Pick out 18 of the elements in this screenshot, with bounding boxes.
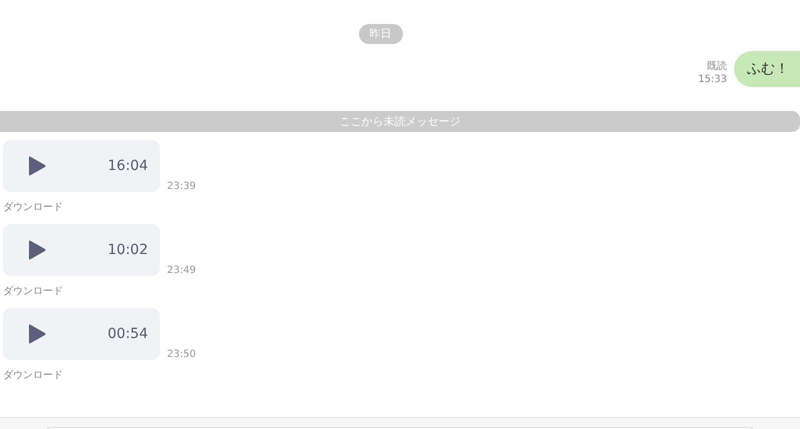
voice-duration: 00:54 [108, 326, 148, 342]
message-time: 23:50 [167, 349, 196, 361]
read-receipt: 既読 [707, 60, 727, 73]
play-icon[interactable] [28, 324, 46, 344]
voice-message[interactable]: 16:04 [3, 140, 160, 192]
voice-duration: 16:04 [108, 158, 148, 174]
message-bubble: ふむ！ [734, 51, 800, 87]
download-link[interactable]: ダウンロード [3, 286, 63, 298]
message-time: 23:39 [167, 181, 196, 193]
voice-message[interactable]: 10:02 [3, 224, 160, 276]
message-time: 15:33 [698, 73, 727, 86]
play-icon[interactable] [28, 240, 46, 260]
download-link[interactable]: ダウンロード [3, 370, 63, 382]
play-icon[interactable] [28, 156, 46, 176]
voice-duration: 10:02 [108, 242, 148, 258]
voice-message[interactable]: 00:54 [3, 308, 160, 360]
download-link[interactable]: ダウンロード [3, 202, 63, 214]
message-time: 23:49 [167, 265, 196, 277]
